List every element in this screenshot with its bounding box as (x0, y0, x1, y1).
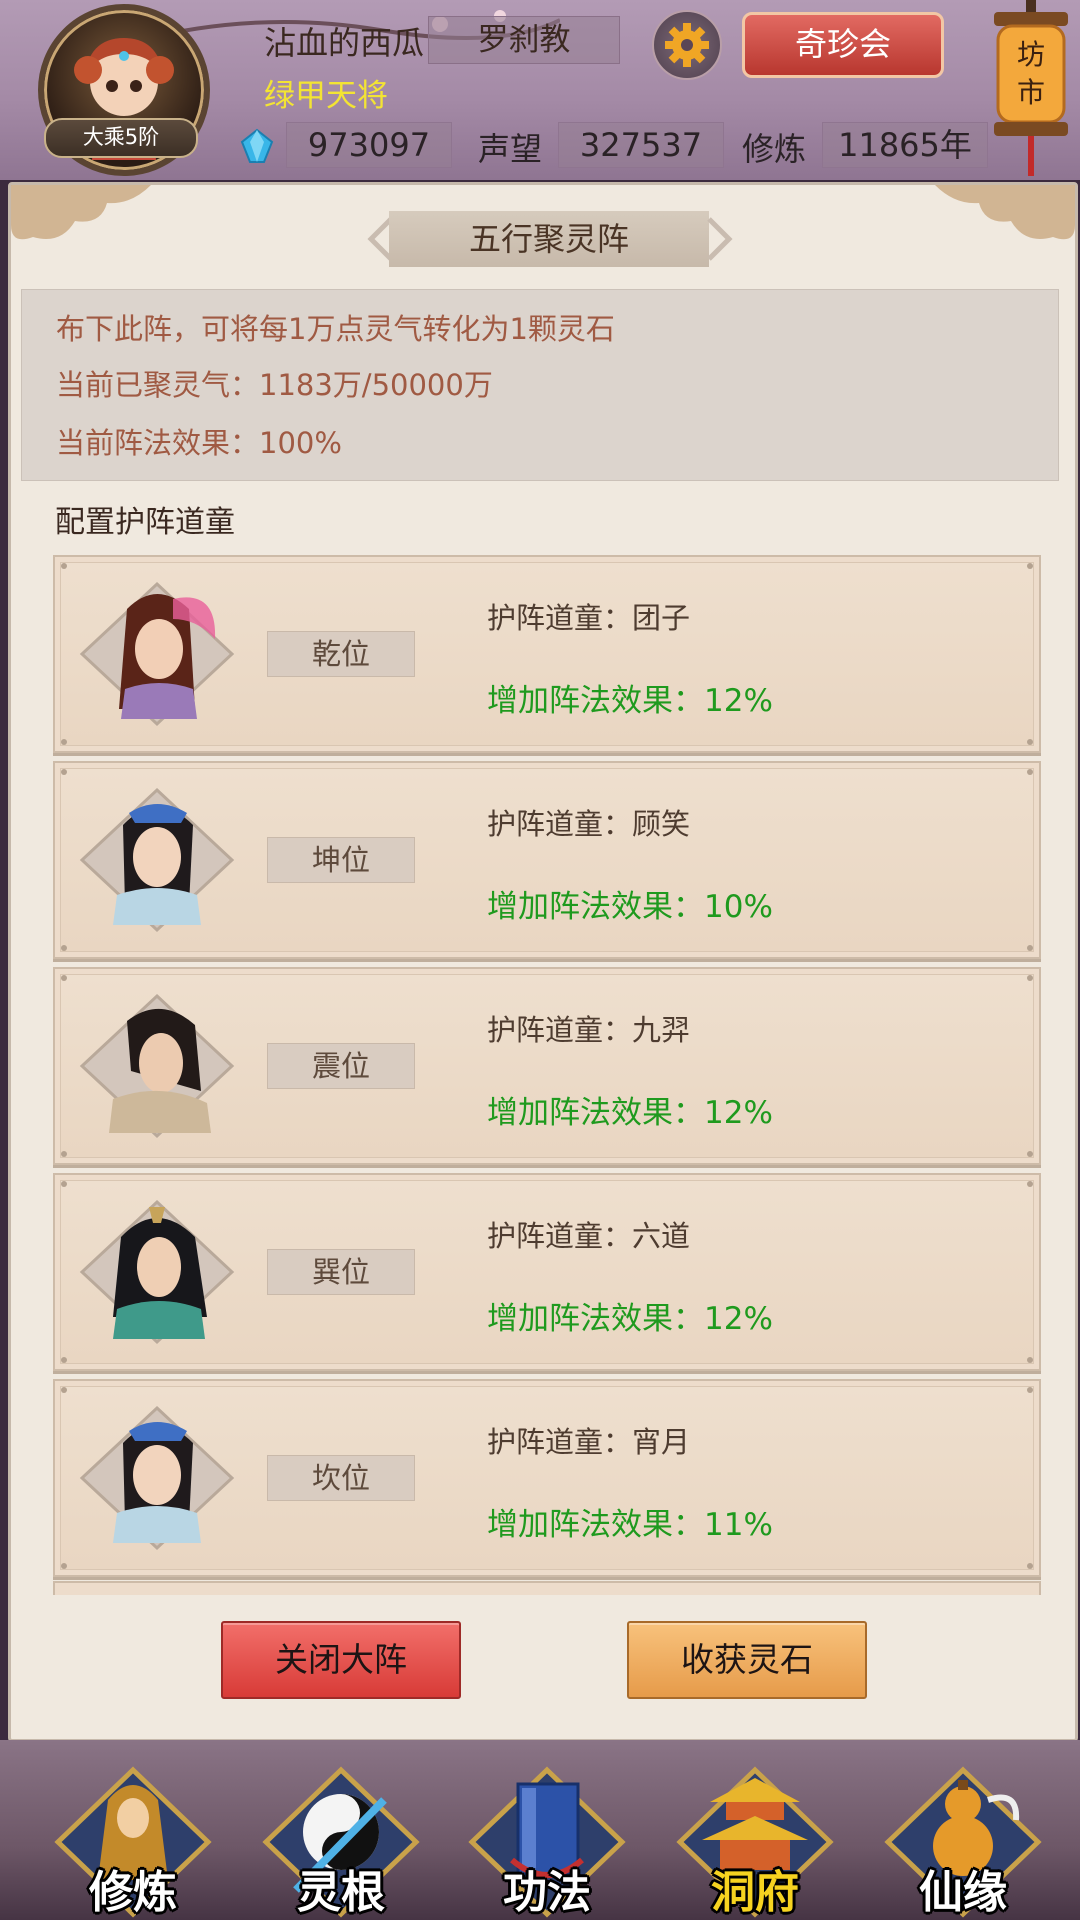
info-formation-effect: 当前阵法效果：100% (56, 426, 342, 460)
guard-effect: 增加阵法效果：12% (487, 1301, 773, 1337)
corner-dot (61, 1181, 67, 1187)
player-name: 沾血的西瓜 (264, 24, 425, 62)
section-label: 配置护阵道童 (55, 505, 235, 540)
guard-name: 护阵道童：宵月 (487, 1425, 691, 1459)
guard-portrait-icon[interactable] (77, 785, 237, 935)
guard-effect: 增加阵法效果：11% (487, 1507, 773, 1543)
corner-dot (61, 1563, 67, 1569)
guard-effect: 增加阵法效果：12% (487, 1095, 773, 1131)
guard-slot[interactable]: 坤位 护阵道童：顾笑 增加阵法效果：10% (53, 761, 1041, 959)
guard-slot[interactable]: 乾位 护阵道童：团子 增加阵法效果：12% (53, 555, 1041, 753)
close-formation-button[interactable]: 关闭大阵 (221, 1621, 461, 1699)
corner-dot (61, 769, 67, 775)
gem-count: 973097 (286, 122, 452, 168)
reputation-value: 327537 (558, 122, 724, 168)
nav-cultivate[interactable]: 修炼 (48, 1760, 218, 1920)
nav-spirit-root[interactable]: 灵根 (256, 1760, 426, 1920)
position-button[interactable]: 巽位 (267, 1249, 415, 1295)
title-chevron-right-icon (707, 217, 733, 261)
corner-dot (1027, 1563, 1033, 1569)
guard-slot[interactable]: 巽位 护阵道童：六道 增加阵法效果：12% (53, 1173, 1041, 1371)
cultivation-label: 修炼 (742, 130, 807, 168)
gear-icon (665, 23, 709, 67)
corner-dot (1027, 975, 1033, 981)
corner-dot (1027, 563, 1033, 569)
guard-name: 护阵道童：顾笑 (487, 807, 691, 841)
cloud-decoration-icon (11, 185, 151, 240)
corner-dot (61, 1357, 67, 1363)
nav-label: 功法 (503, 1867, 591, 1918)
sect-name: 罗刹教 (428, 16, 620, 64)
corner-dot (1027, 739, 1033, 745)
corner-dot (61, 1387, 67, 1393)
corner-dot (61, 945, 67, 951)
guard-slot[interactable]: 坎位 护阵道童：宵月 增加阵法效果：11% (53, 1379, 1041, 1577)
nav-label: 洞府 (711, 1867, 799, 1918)
corner-dot (61, 975, 67, 981)
guard-portrait-icon[interactable] (77, 991, 237, 1141)
corner-dot (1027, 945, 1033, 951)
bottom-navigation: 修炼 灵根 功法 洞府 仙缘 (0, 1740, 1080, 1920)
treasure-shop-button[interactable]: 奇珍会 (742, 12, 944, 78)
guard-name: 护阵道童：九羿 (487, 1013, 691, 1047)
corner-dot (1027, 769, 1033, 775)
formation-info-box: 布下此阵，可将每1万点灵气转化为1颗灵石 当前已聚灵气：1183万/50000万… (21, 289, 1059, 481)
panel-title: 五行聚灵阵 (389, 211, 709, 267)
nav-label: 仙缘 (919, 1867, 1007, 1918)
guard-portrait-icon[interactable] (77, 579, 237, 729)
rank-badge: 大乘5阶 (44, 118, 198, 158)
corner-dot (1027, 1357, 1033, 1363)
guard-portrait-icon[interactable] (77, 1403, 237, 1553)
top-status-bar: 大乘5阶 沾血的西瓜 罗刹教 奇珍会 绿甲天将 973097 声望 327537… (0, 0, 1080, 180)
corner-dot (1027, 1181, 1033, 1187)
cultivation-value: 11865年 (822, 122, 988, 168)
position-button[interactable]: 乾位 (267, 631, 415, 677)
position-button[interactable]: 坎位 (267, 1455, 415, 1501)
guard-slot[interactable]: 震位 护阵道童：九羿 增加阵法效果：12% (53, 967, 1041, 1165)
player-title: 绿甲天将 (264, 78, 388, 114)
info-conversion-rate: 布下此阵，可将每1万点灵气转化为1颗灵石 (56, 312, 615, 346)
reputation-label: 声望 (478, 130, 543, 168)
info-gathered-qi: 当前已聚灵气：1183万/50000万 (56, 368, 493, 402)
settings-button[interactable] (652, 10, 722, 80)
spirit-gem-icon (240, 128, 274, 163)
guard-name: 护阵道童：团子 (487, 601, 691, 635)
nav-fortune[interactable]: 仙缘 (878, 1760, 1048, 1920)
nav-techniques[interactable]: 功法 (462, 1760, 632, 1920)
corner-dot (61, 563, 67, 569)
guard-name: 护阵道童：六道 (487, 1219, 691, 1253)
nav-label: 修炼 (89, 1867, 177, 1918)
corner-dot (61, 1151, 67, 1157)
corner-dot (1027, 1387, 1033, 1393)
cloud-decoration-icon (935, 185, 1075, 240)
formation-panel: 五行聚灵阵 布下此阵，可将每1万点灵气转化为1颗灵石 当前已聚灵气：1183万/… (8, 182, 1078, 1742)
market-sign-bottom: 市 (1017, 76, 1045, 109)
nav-label: 灵根 (297, 1867, 385, 1918)
corner-dot (61, 739, 67, 745)
nav-cave-dwelling[interactable]: 洞府 (670, 1760, 840, 1920)
position-button[interactable]: 震位 (267, 1043, 415, 1089)
guard-portrait-icon[interactable] (77, 1197, 237, 1347)
market-lantern-button[interactable]: 坊 市 (986, 0, 1076, 178)
position-button[interactable]: 坤位 (267, 837, 415, 883)
collect-spirit-stones-button[interactable]: 收获灵石 (627, 1621, 867, 1699)
guard-effect: 增加阵法效果：10% (487, 889, 773, 925)
guard-effect: 增加阵法效果：12% (487, 683, 773, 719)
corner-dot (1027, 1151, 1033, 1157)
next-slot-peek (53, 1581, 1041, 1595)
market-sign-top: 坊 (1017, 38, 1045, 71)
